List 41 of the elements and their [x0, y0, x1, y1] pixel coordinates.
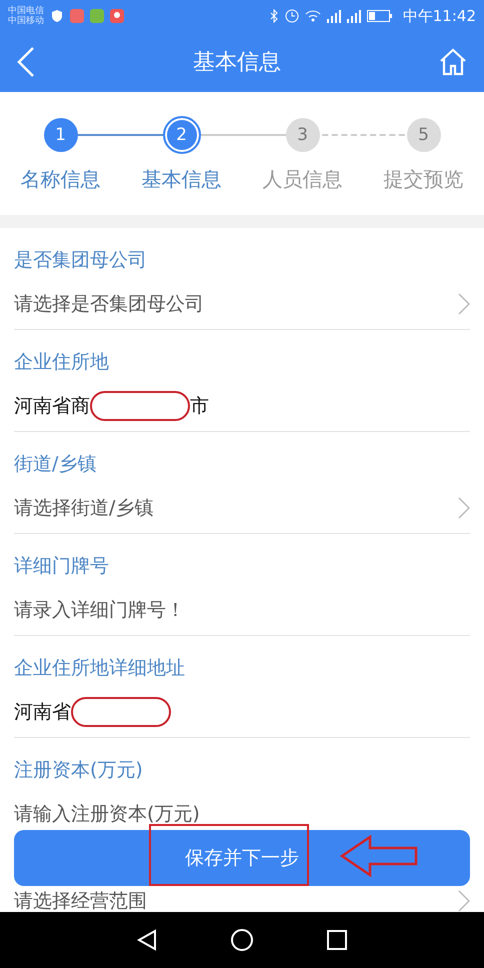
save-next-button[interactable]: 保存并下一步: [14, 830, 470, 886]
field-value: 市: [190, 394, 209, 419]
status-time: 中午11:42: [402, 6, 476, 26]
app-icon: [90, 9, 104, 23]
chevron-icon: [458, 890, 470, 912]
input-field[interactable]: 请选择经营范围: [14, 888, 147, 912]
page-title: 基本信息: [193, 49, 281, 77]
input-field[interactable]: 请选择是否集团母公司: [14, 291, 204, 317]
step-circle: 3: [286, 118, 320, 152]
wifi-icon: [304, 10, 321, 22]
field-value: 河南省商: [14, 394, 90, 419]
signal-icon: [326, 9, 341, 23]
field-label: 企业住所地详细地址: [14, 656, 186, 681]
bluetooth-icon: [268, 9, 279, 23]
signal-icon: [346, 9, 361, 23]
chevron-icon: [458, 293, 470, 315]
step-circle: 5: [406, 118, 440, 152]
step-label: 人员信息: [262, 166, 342, 193]
step-circle: 2: [162, 116, 200, 154]
step-label: 基本信息: [142, 166, 222, 193]
field-label: 详细门牌号: [14, 554, 110, 579]
home-nav-icon[interactable]: [230, 928, 254, 952]
field-label: 街道/乡镇: [14, 452, 98, 477]
carrier-label: 中国电信: [8, 6, 44, 16]
back-nav-icon[interactable]: [136, 929, 158, 951]
battery-icon: [366, 10, 393, 22]
shield-icon: [50, 9, 64, 23]
input-field[interactable]: 请输入注册资本(万元): [14, 801, 200, 827]
carrier-label: 中国移动: [8, 16, 44, 26]
app-icon: [70, 9, 84, 23]
chevron-icon: [458, 497, 470, 519]
field-value: 河南省: [14, 700, 71, 725]
step-label: 提交预览: [384, 166, 464, 193]
recents-nav-icon[interactable]: [326, 929, 348, 951]
input-field[interactable]: 请录入详细门牌号！: [14, 597, 185, 623]
input-field[interactable]: 请选择街道/乡镇: [14, 495, 154, 521]
field-label: 是否集团母公司: [14, 248, 148, 273]
field-label: 注册资本(万元): [14, 758, 144, 783]
step-label: 名称信息: [20, 166, 100, 193]
step-circle: 1: [44, 118, 78, 152]
field-label: 企业住所地: [14, 350, 110, 375]
